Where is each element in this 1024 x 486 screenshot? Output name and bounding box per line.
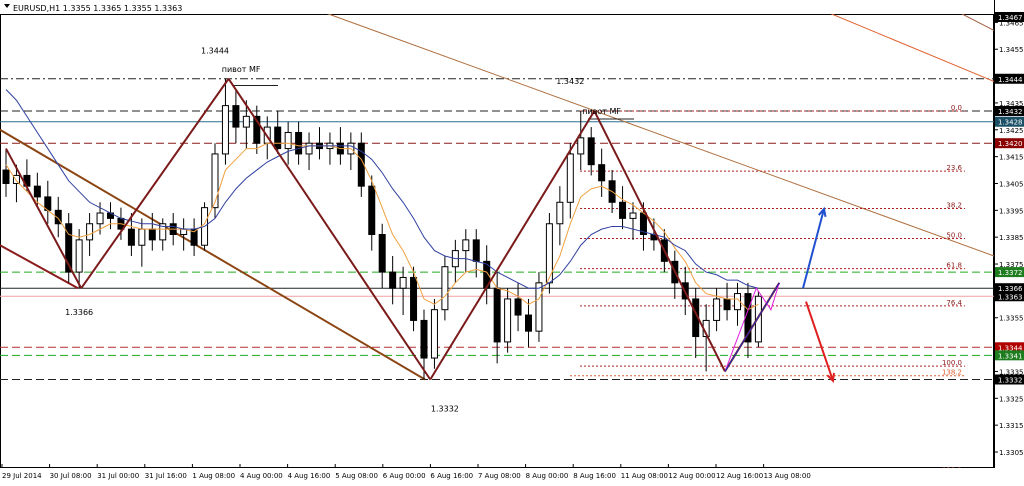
candle-body (2, 169, 10, 184)
fib-level-label: 61.8 (946, 262, 962, 270)
candle-body (295, 131, 303, 155)
symbol-info: EURUSD,H1 1.3355 1.3365 1.3355 1.3363 (13, 4, 182, 13)
y-tick-label: 1.3455 (999, 46, 1024, 54)
x-tick-label: 4 Aug 00:00 (240, 472, 283, 480)
candle-body (598, 164, 606, 182)
candle-body (368, 185, 376, 236)
price-annotation: 1.3366 (65, 308, 93, 317)
price-marker-label: 1.3363 (998, 293, 1023, 301)
fib-level-label: 138.2 (942, 369, 962, 377)
x-tick-label: 12 Aug 00:00 (668, 472, 715, 480)
x-tick-label: 8 Aug 00:00 (526, 472, 569, 480)
candle-body (723, 298, 731, 311)
y-tick-label: 1.3415 (999, 154, 1024, 162)
candle-body (577, 137, 585, 155)
fib-level-label: 38.2 (946, 201, 962, 209)
candle-body (305, 142, 313, 155)
price-marker-label: 1.3467 (998, 14, 1023, 22)
candle-body (566, 153, 574, 203)
y-tick-label: 1.3355 (999, 315, 1024, 323)
x-tick-label: 1 Aug 08:00 (192, 472, 235, 480)
price-marker-label: 1.3332 (998, 377, 1023, 385)
candle-body (33, 185, 41, 198)
price-annotation: 1.3432 (556, 77, 584, 86)
candle-body (493, 287, 501, 343)
candle-body (472, 239, 480, 262)
x-tick-label: 31 Jul 16:00 (145, 472, 187, 480)
price-marker-label: 1.3428 (998, 119, 1023, 127)
candle-body (420, 319, 428, 359)
y-tick-label: 1.3405 (999, 180, 1024, 188)
price-marker-label: 1.3432 (998, 108, 1023, 116)
candle-body (127, 228, 135, 246)
candle-body (242, 115, 250, 128)
price-marker-label: 1.3444 (998, 76, 1023, 84)
x-tick-label: 13 Aug 08:00 (764, 472, 811, 480)
fib-level-label: 76.4 (946, 299, 962, 307)
x-tick-label: 12 Aug 16:00 (716, 472, 763, 480)
candle-body (274, 126, 282, 150)
candle-body (587, 137, 595, 166)
y-tick-label: 1.3385 (999, 234, 1024, 242)
x-tick-label: 29 Jul 2014 (2, 472, 42, 480)
x-tick-label: 6 Aug 16:00 (430, 472, 473, 480)
fib-level-label: 100.0 (942, 359, 962, 367)
price-marker-label: 1.3372 (998, 269, 1023, 277)
y-tick-label: 1.3305 (999, 449, 1024, 457)
candle-body (514, 298, 522, 316)
price-annotation: пивот МF (222, 65, 261, 74)
chart-root: 0.023.638.250.061.876.4100.0138.2138.2 1… (0, 0, 1024, 482)
y-tick-label: 1.3425 (999, 127, 1024, 135)
y-tick-label: 1.3325 (999, 395, 1024, 403)
candle-body (389, 271, 397, 289)
fib-level-label: 50.0 (946, 232, 962, 240)
candle-body (221, 105, 229, 155)
candle-body (629, 212, 637, 219)
x-tick-label: 31 Jul 00:00 (97, 472, 139, 480)
candle-body (430, 309, 438, 359)
candle-body (713, 298, 721, 321)
price-chart[interactable]: 0.023.638.250.061.876.4100.0138.2138.2 1… (0, 0, 1024, 482)
fib-level-label: 0.0 (951, 104, 962, 112)
candle-body (410, 276, 418, 321)
candle-body (556, 201, 564, 225)
x-tick-label: 7 Aug 08:00 (478, 472, 521, 480)
price-marker-label: 1.3420 (998, 140, 1023, 148)
candle-body (86, 223, 94, 241)
candle-body (504, 298, 512, 343)
price-annotation: 1.3444 (201, 46, 229, 55)
candle-body (535, 282, 543, 332)
candle-body (619, 201, 627, 219)
candle-body (211, 153, 219, 209)
candle-body (75, 239, 83, 273)
candle-body (284, 131, 292, 150)
candle-body (148, 228, 156, 241)
x-tick-label: 4 Aug 16:00 (288, 472, 331, 480)
candle-body (441, 266, 449, 311)
candle-body (378, 234, 386, 273)
y-tick-label: 1.3395 (999, 207, 1024, 215)
price-annotation: 1.3332 (431, 405, 459, 414)
x-tick-label: 30 Jul 08:00 (50, 472, 92, 480)
candle-body (525, 314, 532, 332)
x-tick-label: 6 Aug 00:00 (383, 472, 426, 480)
x-tick-label: 11 Aug 08:00 (621, 472, 668, 480)
candle-body (399, 276, 407, 289)
fib-level-label: 23.6 (946, 164, 962, 172)
y-tick-label: 1.3315 (999, 422, 1024, 430)
price-annotation: пивот МF (582, 107, 621, 116)
price-marker-label: 1.3341 (998, 352, 1023, 360)
x-tick-label: 5 Aug 08:00 (335, 472, 378, 480)
candle-body (138, 228, 146, 246)
candle-body (96, 212, 104, 225)
candle-body (232, 105, 240, 128)
candle-body (462, 239, 470, 252)
x-tick-label: 8 Aug 16:00 (573, 472, 616, 480)
